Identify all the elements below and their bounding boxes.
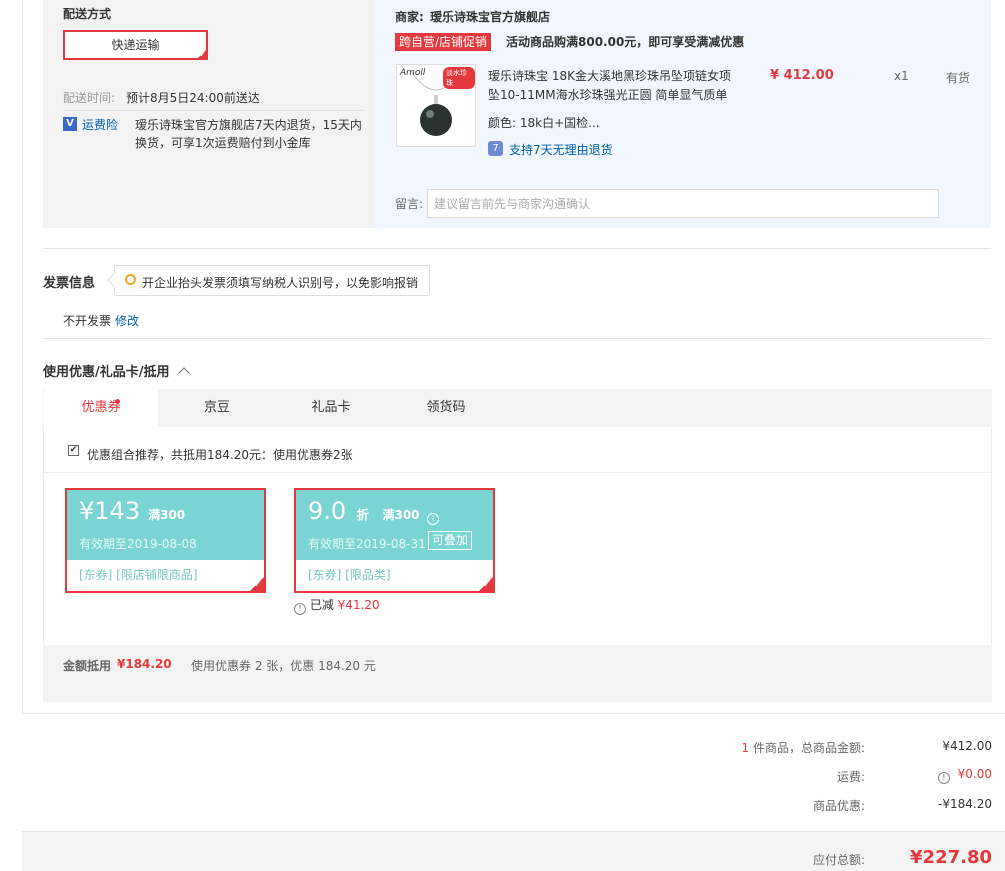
coupon-card-143[interactable]: ¥143 满300 有效期至2019-08-08 [东券] [限店铺限商品] ✓ bbox=[65, 488, 266, 593]
reduced-label: 已减 bbox=[309, 598, 334, 612]
tip-arrow bbox=[106, 272, 122, 288]
color-label: 颜色: bbox=[488, 116, 517, 130]
promo-text: 活动商品购满800.00元，即可享受满减优惠 bbox=[506, 35, 745, 49]
insurance-desc-line2: 换货，可享1次运费赔付到小金库 bbox=[135, 136, 311, 150]
info-icon[interactable]: i bbox=[427, 513, 440, 525]
divider-invoice bbox=[43, 338, 991, 339]
shield-icon: V bbox=[63, 117, 77, 131]
frame-bottom-border bbox=[22, 713, 1005, 714]
check-icon: ✓ bbox=[482, 579, 491, 590]
check-icon: ✓ bbox=[199, 50, 206, 59]
note-label: 留言: bbox=[395, 197, 424, 211]
coupon-currency: ¥ bbox=[79, 497, 95, 525]
divider-top bbox=[43, 248, 991, 249]
payable-value: ¥227.80 bbox=[910, 847, 992, 868]
product-price: ¥ 412.00 bbox=[770, 68, 834, 83]
insurance-link[interactable]: 运费险 bbox=[82, 116, 118, 133]
shipping-value: ¥0.00 bbox=[957, 767, 992, 781]
product-thumbnail[interactable]: Amoll 淡水珍珠 bbox=[396, 64, 476, 147]
product-stock: 有货 bbox=[946, 71, 971, 85]
coupon-tags: [东券] [限品类] bbox=[296, 560, 493, 591]
new-dot-icon bbox=[115, 399, 120, 404]
express-shipping-button[interactable]: 快递运输 ✓ bbox=[63, 30, 208, 60]
coupon-amount: ¥143 满300 bbox=[79, 497, 185, 525]
return-policy-text[interactable]: 支持7天无理由退货 bbox=[509, 141, 613, 158]
promo-tag: 跨自营/店铺促销 bbox=[395, 33, 492, 51]
summary-value: ¥184.20 bbox=[117, 657, 172, 671]
coupon-amount: 9.0 折 满300 i bbox=[308, 497, 440, 525]
shipping-label: 运费: bbox=[836, 770, 865, 784]
coupon-reduced-note: ! 已减 ¥41.20 bbox=[294, 596, 380, 615]
coupon-unit: 折 bbox=[356, 508, 369, 522]
delivery-time-value: 预计8月5日24:00前送达 bbox=[126, 91, 260, 105]
discount-summary-bar bbox=[43, 645, 992, 702]
info-icon: ! bbox=[294, 603, 306, 615]
tab-giftcard[interactable]: 礼品卡 bbox=[274, 389, 388, 427]
coupon-condition: 满300 bbox=[382, 508, 420, 522]
merchant-name[interactable]: 瑷乐诗珠宝官方旗舰店 bbox=[430, 8, 550, 25]
merchant-label: 商家: bbox=[395, 10, 424, 24]
invoice-tip: 开企业抬头发票须填写纳税人识别号，以免影响报销 bbox=[106, 265, 430, 296]
coupon-condition: 满300 bbox=[148, 508, 186, 522]
delivery-title: 配送方式 bbox=[63, 7, 112, 21]
coupon-panel-divider bbox=[44, 472, 991, 473]
goods-discount-value: -¥184.20 bbox=[938, 797, 992, 811]
shipping-fee: ! ¥0.00 bbox=[892, 767, 992, 784]
coupon-card-discount[interactable]: 9.0 折 满300 i 有效期至2019-08-31 可叠加 [东券] [限品… bbox=[294, 488, 495, 593]
thumb-brand-text: Amoll bbox=[400, 68, 426, 78]
express-shipping-label: 快递运输 bbox=[111, 38, 160, 52]
product-title-line1: 瑷乐诗珠宝 18K金大溪地黑珍珠吊坠项链女项 bbox=[488, 69, 731, 83]
reduced-value: ¥41.20 bbox=[337, 598, 380, 612]
lightbulb-icon bbox=[125, 274, 136, 285]
color-value: 18k白+国检... bbox=[519, 116, 600, 130]
check-icon: ✓ bbox=[253, 579, 262, 590]
product-color: 颜色: 18k白+国检... bbox=[488, 114, 600, 131]
invoice-title: 发票信息 bbox=[43, 276, 96, 291]
coupon-top: 9.0 折 满300 i 有效期至2019-08-31 可叠加 bbox=[296, 490, 493, 560]
tab-jingdou[interactable]: 京豆 bbox=[160, 389, 274, 427]
delivery-time-label: 配送时间: bbox=[63, 91, 116, 105]
note-input[interactable] bbox=[427, 189, 939, 218]
goods-discount-label: 商品优惠: bbox=[812, 799, 865, 813]
payable-label: 应付总额: bbox=[812, 853, 865, 867]
product-title-line2: 坠10-11MM海水珍珠强光正圆 简单显气质单 bbox=[488, 88, 728, 102]
discount-section-toggle[interactable]: 使用优惠/礼品卡/抵用 bbox=[43, 361, 190, 380]
coupon-expiry: 有效期至2019-08-31 bbox=[308, 537, 426, 551]
tab-coupons[interactable]: 优惠券 bbox=[44, 389, 158, 427]
coupon-expiry: 有效期至2019-08-08 bbox=[79, 537, 197, 551]
info-icon[interactable]: ! bbox=[937, 772, 950, 784]
insurance-desc: 瑷乐诗珠宝官方旗舰店7天内退货，15天内 换货，可享1次运费赔付到小金库 bbox=[135, 116, 362, 152]
thumb-badge: 淡水珍珠 bbox=[443, 67, 475, 89]
coupon-value: 9.0 bbox=[308, 497, 347, 525]
invoice-status: 不开发票 bbox=[63, 314, 112, 328]
insurance-desc-line1: 瑷乐诗珠宝官方旗舰店7天内退货，15天内 bbox=[135, 118, 362, 132]
summary-desc: 使用优惠券 2 张，优惠 184.20 元 bbox=[191, 659, 376, 673]
delivery-divider bbox=[63, 110, 363, 111]
goods-count-suffix: 件商品，总商品金额: bbox=[752, 741, 865, 755]
invoice-modify-link[interactable]: 修改 bbox=[115, 312, 139, 329]
invoice-tip-text: 开企业抬头发票须填写纳税人识别号，以免影响报销 bbox=[142, 276, 419, 290]
discount-title: 使用优惠/礼品卡/抵用 bbox=[43, 365, 170, 380]
goods-amount: ¥412.00 bbox=[942, 739, 992, 753]
combo-text: 优惠组合推荐，共抵用184.20元：使用优惠券2张 bbox=[87, 448, 353, 462]
summary-label: 金额抵用 bbox=[63, 659, 112, 673]
frame-left-border bbox=[22, 0, 23, 714]
coupon-tags: [东券] [限店铺限商品] bbox=[67, 560, 264, 591]
tab-pickup-code[interactable]: 领货码 bbox=[388, 389, 504, 427]
product-title[interactable]: 瑷乐诗珠宝 18K金大溪地黑珍珠吊坠项链女项 坠10-11MM海水珍珠强光正圆 … bbox=[488, 67, 758, 105]
coupon-value: 143 bbox=[94, 497, 141, 525]
product-qty: x1 bbox=[894, 69, 909, 83]
goods-count-label: 1 件商品，总商品金额: bbox=[725, 739, 865, 756]
goods-count: 1 bbox=[741, 741, 750, 755]
chevron-up-icon bbox=[178, 367, 190, 379]
coupon-top: ¥143 满300 有效期至2019-08-08 bbox=[67, 490, 264, 560]
combo-checkbox[interactable]: ✔ bbox=[68, 445, 79, 456]
return-policy-icon: 7 bbox=[488, 141, 503, 156]
stackable-badge: 可叠加 bbox=[428, 531, 473, 550]
